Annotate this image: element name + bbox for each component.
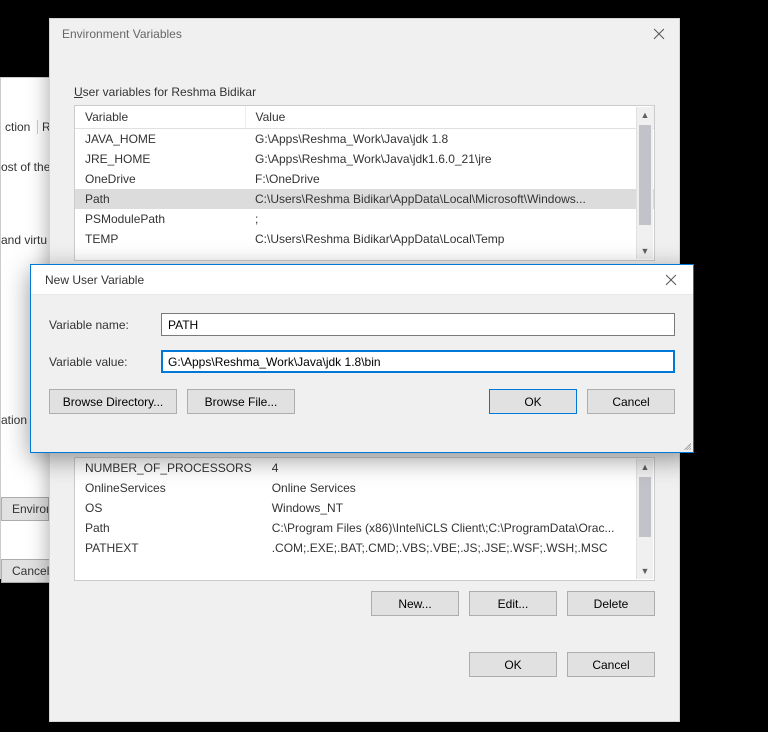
var-name-cell: OneDrive: [75, 169, 245, 189]
env-titlebar: Environment Variables: [50, 19, 679, 49]
new-var-title: New User Variable: [45, 273, 144, 287]
var-value-cell: 4: [262, 458, 654, 478]
var-value-cell: C:\Users\Reshma Bidikar\AppData\Local\Te…: [245, 229, 654, 249]
variable-value-label: Variable value:: [49, 355, 147, 369]
table-row[interactable]: PathC:\Users\Reshma Bidikar\AppData\Loca…: [75, 189, 654, 209]
close-icon[interactable]: [663, 272, 679, 288]
env-cancel-button[interactable]: Cancel: [567, 652, 655, 677]
table-row[interactable]: OneDriveF:\OneDrive: [75, 169, 654, 189]
system-variables-table[interactable]: NUMBER_OF_PROCESSORS4OnlineServicesOnlin…: [74, 457, 655, 581]
variable-name-input[interactable]: [161, 313, 675, 336]
scroll-thumb[interactable]: [639, 477, 651, 537]
new-var-ok-button[interactable]: OK: [489, 389, 577, 414]
var-name-cell: JRE_HOME: [75, 149, 245, 169]
browse-directory-button[interactable]: Browse Directory...: [49, 389, 177, 414]
var-value-cell: F:\OneDrive: [245, 169, 654, 189]
env-dialog-button-row: OK Cancel: [50, 642, 679, 677]
var-name-cell: PSModulePath: [75, 209, 245, 229]
var-name-cell: OS: [75, 498, 262, 518]
var-value-cell: Windows_NT: [262, 498, 654, 518]
table-row[interactable]: NUMBER_OF_PROCESSORS4: [75, 458, 654, 478]
sys-table-scrollbar[interactable]: ▲ ▼: [636, 459, 653, 579]
table-row[interactable]: TEMPC:\Users\Reshma Bidikar\AppData\Loca…: [75, 229, 654, 249]
var-name-cell: NUMBER_OF_PROCESSORS: [75, 458, 262, 478]
table-row[interactable]: OnlineServicesOnline Services: [75, 478, 654, 498]
sys-edit-button[interactable]: Edit...: [469, 591, 557, 616]
bg-fragment-andvirtu: and virtu: [1, 233, 47, 247]
column-header-variable[interactable]: Variable: [75, 106, 245, 129]
user-variables-group-label: User variables for Reshma Bidikar: [50, 85, 679, 105]
variable-name-label: Variable name:: [49, 318, 147, 332]
sys-new-button[interactable]: New...: [371, 591, 459, 616]
var-value-cell: C:\Users\Reshma Bidikar\AppData\Local\Mi…: [245, 189, 654, 209]
table-row[interactable]: PSModulePath;: [75, 209, 654, 229]
env-title: Environment Variables: [62, 27, 182, 41]
table-row[interactable]: OSWindows_NT: [75, 498, 654, 518]
close-icon[interactable]: [651, 26, 667, 42]
var-value-cell: ;: [245, 209, 654, 229]
user-variables-table[interactable]: Variable Value JAVA_HOMEG:\Apps\Reshma_W…: [74, 105, 655, 261]
table-row[interactable]: JAVA_HOMEG:\Apps\Reshma_Work\Java\jdk 1.…: [75, 129, 654, 150]
env-ok-button[interactable]: OK: [469, 652, 557, 677]
var-value-cell: .COM;.EXE;.BAT;.CMD;.VBS;.VBE;.JS;.JSE;.…: [262, 538, 654, 558]
var-value-cell: C:\Program Files (x86)\Intel\iCLS Client…: [262, 518, 654, 538]
scroll-up-icon[interactable]: ▲: [637, 107, 653, 123]
table-row[interactable]: PathC:\Program Files (x86)\Intel\iCLS Cl…: [75, 518, 654, 538]
scroll-down-icon[interactable]: ▼: [637, 243, 653, 259]
table-row[interactable]: PATHEXT.COM;.EXE;.BAT;.CMD;.VBS;.VBE;.JS…: [75, 538, 654, 558]
var-name-cell: JAVA_HOME: [75, 129, 245, 150]
new-user-variable-dialog: New User Variable Variable name: Variabl…: [30, 264, 694, 453]
new-var-titlebar: New User Variable: [31, 265, 693, 295]
system-vars-button-row: New... Edit... Delete: [50, 581, 679, 616]
browse-file-button[interactable]: Browse File...: [187, 389, 295, 414]
var-name-cell: TEMP: [75, 229, 245, 249]
var-value-cell: Online Services: [262, 478, 654, 498]
sys-delete-button[interactable]: Delete: [567, 591, 655, 616]
bg-fragment-action: ction: [5, 120, 30, 134]
scroll-thumb[interactable]: [639, 125, 651, 225]
new-var-cancel-button[interactable]: Cancel: [587, 389, 675, 414]
var-name-cell: Path: [75, 189, 245, 209]
var-name-cell: OnlineServices: [75, 478, 262, 498]
var-value-cell: G:\Apps\Reshma_Work\Java\jdk 1.8: [245, 129, 654, 150]
column-header-value[interactable]: Value: [245, 106, 654, 129]
variable-value-input[interactable]: [161, 350, 675, 373]
scroll-up-icon[interactable]: ▲: [637, 459, 653, 475]
user-table-scrollbar[interactable]: ▲ ▼: [636, 107, 653, 259]
var-name-cell: Path: [75, 518, 262, 538]
resize-grip-icon[interactable]: [679, 438, 691, 450]
var-name-cell: PATHEXT: [75, 538, 262, 558]
scroll-down-icon[interactable]: ▼: [637, 563, 653, 579]
bg-fragment-ation: ation: [1, 413, 27, 427]
table-row[interactable]: JRE_HOMEG:\Apps\Reshma_Work\Java\jdk1.6.…: [75, 149, 654, 169]
bg-env-button-fragment[interactable]: Environm: [1, 497, 49, 521]
bg-fragment-ostofthe: ost of the: [1, 160, 50, 174]
var-value-cell: G:\Apps\Reshma_Work\Java\jdk1.6.0_21\jre: [245, 149, 654, 169]
